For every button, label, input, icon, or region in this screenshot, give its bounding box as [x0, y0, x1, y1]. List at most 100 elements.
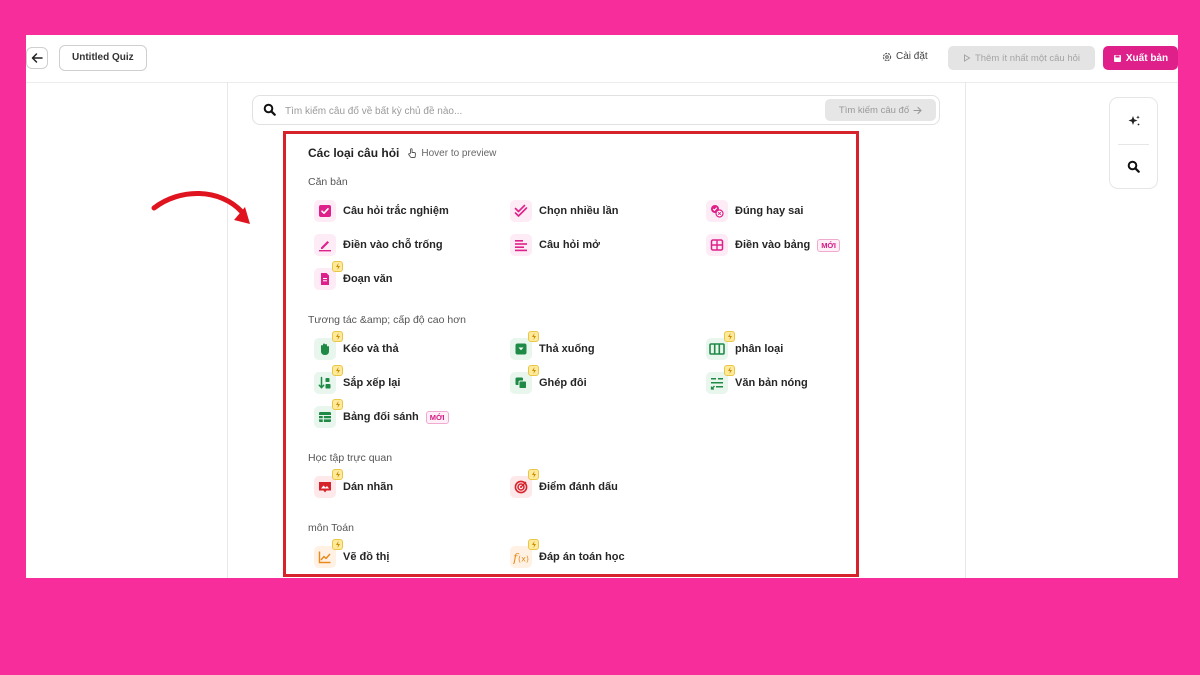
publish-label: Xuất bản: [1125, 52, 1169, 64]
line-graph-icon: [314, 539, 343, 568]
sparkle-icon: [1128, 115, 1140, 125]
question-type-true-false[interactable]: Đúng hay sai: [706, 200, 803, 222]
dropdown-icon: [510, 331, 539, 360]
new-badge: MỚI: [817, 238, 840, 252]
question-type-label: Điền vào chỗ trống: [343, 239, 443, 251]
lightning-icon: [724, 365, 735, 376]
lightning-icon: [332, 365, 343, 376]
question-type-label: Điền vào bảng: [735, 239, 811, 251]
add-question-label: Thêm ít nhất một câu hỏi: [974, 52, 1081, 64]
gear-icon: [882, 52, 892, 61]
ai-sparkle-button[interactable]: [1110, 98, 1157, 143]
question-types-panel: Các loại câu hỏi Hover to preview Căn bả…: [283, 131, 859, 577]
left-column-divider: [227, 82, 228, 578]
lightning-icon: [332, 399, 343, 410]
question-type-labeling[interactable]: Dán nhãn: [314, 469, 394, 498]
question-type-hotspot[interactable]: Điểm đánh dấu: [510, 469, 618, 498]
search-quiz-button[interactable]: Tìm kiếm câu đố: [825, 99, 936, 121]
settings-label: Cài đặt: [896, 51, 928, 62]
lightning-icon: [332, 261, 343, 272]
question-type-label: Đoạn văn: [343, 273, 393, 285]
question-type-label: phân loại: [735, 343, 784, 355]
search-icon: [263, 103, 276, 116]
question-type-label: Đáp án toán học: [539, 551, 625, 563]
question-type-graphing[interactable]: Vẽ đồ thị: [314, 539, 390, 568]
quiz-editor-window: Untitled Quiz Cài đặt Thêm ít nhất một c…: [26, 35, 1178, 578]
question-type-label: Thả xuống: [539, 343, 595, 355]
play-icon: [963, 54, 971, 62]
settings-button[interactable]: Cài đặt: [882, 51, 928, 62]
question-type-dropdown[interactable]: Thả xuống: [510, 331, 595, 360]
quiz-title-button[interactable]: Untitled Quiz: [59, 45, 147, 71]
question-type-label: Đúng hay sai: [735, 205, 804, 217]
question-type-label: Điểm đánh dấu: [539, 481, 618, 493]
lightning-icon: [528, 469, 539, 480]
search-tool-button[interactable]: [1110, 144, 1157, 189]
section-label-visual: Học tập trực quan: [308, 452, 393, 464]
question-type-label: Kéo và thả: [343, 343, 399, 355]
question-type-label: Bảng đối sánh: [343, 411, 419, 423]
question-type-label: Văn bản nóng: [735, 377, 808, 389]
question-type-passage[interactable]: Đoạn văn: [314, 261, 393, 290]
question-type-label: Ghép đôi: [539, 377, 587, 389]
question-type-label: Câu hỏi trắc nghiệm: [343, 205, 449, 217]
question-type-label: Câu hỏi mở: [539, 239, 600, 251]
hover-hint: Hover to preview: [407, 148, 496, 159]
section-label-basic: Căn bản: [308, 176, 348, 188]
right-column-divider: [965, 82, 966, 578]
lightning-icon: [528, 539, 539, 550]
side-toolbar: [1109, 97, 1158, 189]
match-icon: [510, 365, 539, 394]
lightning-icon: [332, 539, 343, 550]
search-icon: [1127, 160, 1140, 173]
hover-hint-label: Hover to preview: [421, 147, 497, 159]
quiz-search-bar: Tìm kiếm câu đố: [252, 95, 940, 125]
publish-button[interactable]: Xuất bản: [1103, 46, 1178, 70]
label-image-icon: [314, 469, 343, 498]
lightning-icon: [528, 331, 539, 342]
question-type-multiple-choice[interactable]: Câu hỏi trắc nghiệm: [314, 200, 449, 222]
columns-icon: [706, 331, 735, 360]
question-type-match[interactable]: Ghép đôi: [510, 365, 587, 394]
question-type-label: Vẽ đồ thị: [343, 551, 390, 563]
lightning-icon: [332, 469, 343, 480]
double-check-icon: [510, 200, 532, 222]
section-label-math: môn Toán: [308, 522, 354, 534]
add-question-button[interactable]: Thêm ít nhất một câu hỏi: [948, 46, 1095, 70]
question-type-fill-table[interactable]: Điền vào bảng MỚI: [706, 234, 840, 256]
lightning-icon: [332, 331, 343, 342]
question-type-open-ended[interactable]: Câu hỏi mở: [510, 234, 600, 256]
arrow-left-icon: [31, 53, 43, 63]
section-label-interactive: Tương tác &amp; cấp độ cao hơn: [308, 314, 466, 326]
hand-icon: [314, 331, 343, 360]
question-type-label: Chọn nhiều lần: [539, 205, 619, 217]
question-type-hotspot-text[interactable]: Văn bản nóng: [706, 365, 808, 394]
question-type-multi-select[interactable]: Chọn nhiều lần: [510, 200, 618, 222]
target-icon: [510, 469, 539, 498]
annotation-arrow: [151, 191, 250, 224]
question-type-match-table[interactable]: Bảng đối sánh MỚI: [314, 399, 449, 428]
search-quiz-label: Tìm kiếm câu đố: [838, 104, 910, 116]
search-input[interactable]: [283, 102, 787, 120]
question-type-drag-drop[interactable]: Kéo và thả: [314, 331, 399, 360]
grid-icon: [314, 399, 343, 428]
panel-title: Các loại câu hỏi: [308, 146, 400, 160]
question-type-fill-blank[interactable]: Điền vào chỗ trống: [314, 234, 443, 256]
reorder-icon: [314, 365, 343, 394]
question-type-math-answer[interactable]: f (x) Đáp án toán học: [510, 539, 625, 568]
lightning-icon: [528, 365, 539, 376]
pointer-hand-icon: [408, 148, 417, 158]
text-lines-icon: [510, 234, 532, 256]
question-type-label: Sắp xếp lại: [343, 377, 401, 389]
arrow-right-icon: [913, 106, 922, 114]
back-button[interactable]: [26, 47, 48, 69]
function-icon: f (x): [510, 539, 539, 568]
question-type-reorder[interactable]: Sắp xếp lại: [314, 365, 401, 394]
new-badge: MỚI: [425, 410, 449, 424]
true-false-icon: [706, 200, 728, 222]
pencil-icon: [314, 234, 336, 256]
lightning-icon: [724, 331, 735, 342]
question-type-label: Dán nhãn: [343, 481, 394, 493]
save-icon: [1113, 54, 1121, 62]
question-type-categorize[interactable]: phân loại: [706, 331, 784, 360]
